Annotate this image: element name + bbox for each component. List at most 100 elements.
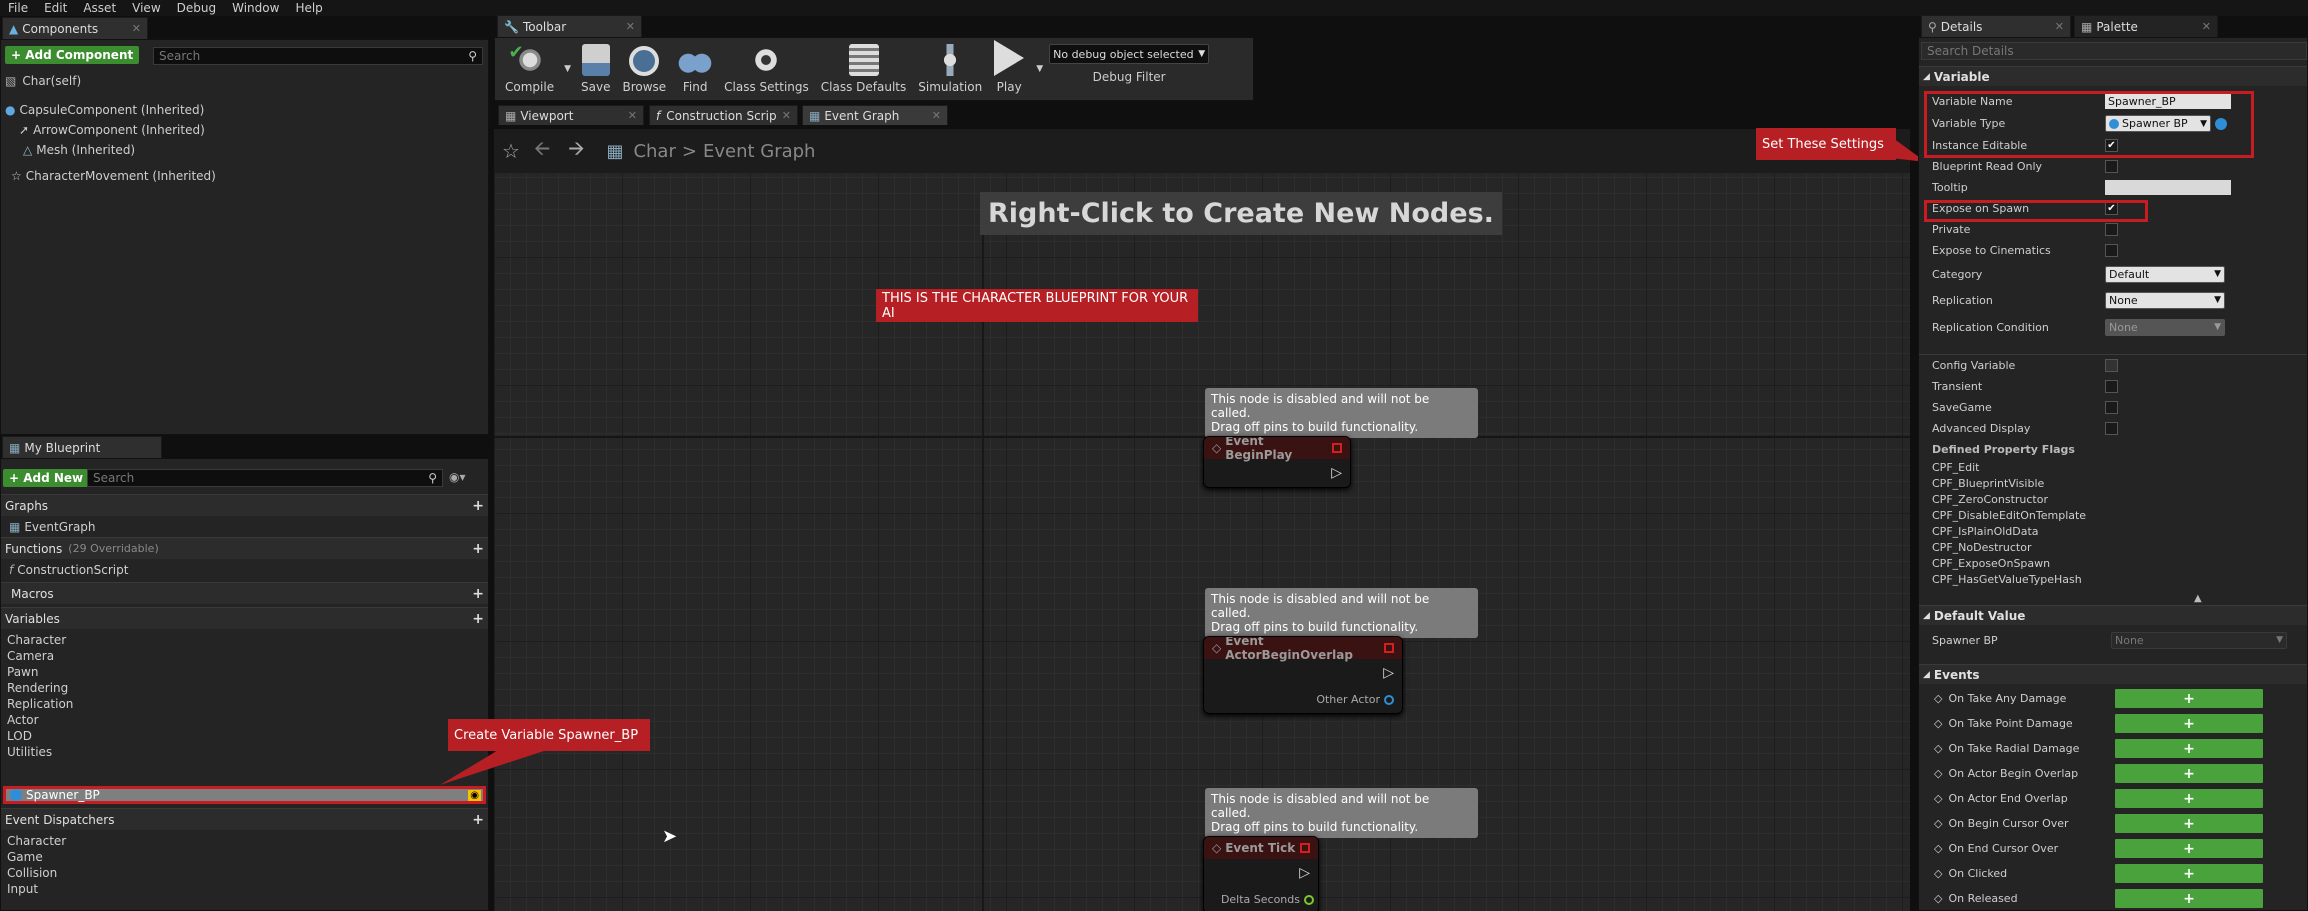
variable-type-select[interactable]: Spawner BP ▼	[2105, 115, 2211, 132]
close-icon[interactable]: ✕	[626, 20, 635, 33]
component-item[interactable]: ● CapsuleComponent (Inherited)	[5, 102, 204, 118]
component-root[interactable]: ▧ Char(self)	[5, 73, 81, 89]
add-new-button[interactable]: + Add New	[3, 469, 90, 487]
exec-pin-icon[interactable]: ▷	[1331, 465, 1342, 481]
star-icon[interactable]: ☆	[502, 139, 520, 163]
tab-my-blueprint[interactable]: ▦ My Blueprint	[2, 436, 162, 458]
forward-arrow-icon[interactable]: 🡪	[568, 134, 584, 168]
exec-pin-icon[interactable]: ▷	[1383, 665, 1394, 681]
add-component-button[interactable]: + Add Component	[5, 46, 140, 64]
add-event-button[interactable]: +	[2115, 739, 2263, 758]
variable-category[interactable]: LOD	[7, 728, 73, 744]
functions-section[interactable]: Functions (29 Overridable) +	[1, 537, 488, 559]
delegate-pin-icon[interactable]	[1332, 443, 1342, 453]
component-item[interactable]: ➚ ArrowComponent (Inherited)	[19, 122, 205, 138]
menu-file[interactable]: File	[0, 1, 36, 15]
add-event-button[interactable]: +	[2115, 839, 2263, 858]
instance-editable-checkbox[interactable]: ✔	[2105, 139, 2118, 152]
find-button[interactable]: Find	[672, 41, 718, 97]
dispatchers-section[interactable]: Event Dispatchers +	[1, 808, 488, 830]
tab-event-graph[interactable]: ▦ Event Graph ✕	[802, 105, 948, 125]
add-graph-button[interactable]: +	[472, 498, 484, 514]
menu-edit[interactable]: Edit	[36, 1, 75, 15]
back-arrow-icon[interactable]: 🡨	[534, 134, 550, 168]
transient-checkbox[interactable]	[2105, 380, 2118, 393]
menu-asset[interactable]: Asset	[75, 1, 124, 15]
details-search-input[interactable]: Search Details	[1921, 42, 2307, 60]
tab-details[interactable]: ⚲ Details ✕	[1921, 15, 2071, 37]
class-settings-button[interactable]: Class Settings	[718, 41, 815, 97]
variable-section[interactable]: ◢ Variable	[1919, 66, 2307, 86]
play-button[interactable]: Play	[988, 40, 1030, 97]
variable-category[interactable]: Actor	[7, 712, 73, 728]
dispatcher-category[interactable]: Character	[7, 833, 66, 849]
variable-category[interactable]: Character	[7, 632, 73, 648]
config-variable-checkbox[interactable]	[2105, 359, 2118, 372]
add-event-button[interactable]: +	[2115, 689, 2263, 708]
close-icon[interactable]: ✕	[628, 109, 637, 122]
add-event-button[interactable]: +	[2115, 764, 2263, 783]
component-item[interactable]: △ Mesh (Inherited)	[23, 142, 135, 158]
simulation-button[interactable]: Simulation	[912, 41, 988, 97]
browse-button[interactable]: Browse	[616, 41, 672, 97]
event-actorbeginoverlap-node[interactable]: ◇ Event ActorBeginOverlap ▷ Other Actor	[1203, 636, 1403, 714]
other-actor-pin[interactable]: Other Actor	[1316, 693, 1394, 706]
breadcrumb-root[interactable]: Char	[633, 141, 675, 162]
expose-on-spawn-checkbox[interactable]: ✔	[2105, 202, 2118, 215]
dispatcher-category[interactable]: Input	[7, 881, 66, 897]
variable-item-selected[interactable]: Spawner_BP ◉	[3, 786, 486, 804]
compile-button[interactable]: ✔ Compile	[499, 41, 560, 97]
close-icon[interactable]: ✕	[932, 109, 941, 122]
eye-visibility-icon[interactable]: ◉	[468, 789, 481, 801]
component-item[interactable]: ☆ CharacterMovement (Inherited)	[11, 168, 216, 184]
add-function-button[interactable]: +	[472, 541, 484, 557]
collapse-advanced-icon[interactable]: ▲	[2194, 593, 2202, 604]
event-tick-node[interactable]: ◇ Event Tick ▷ Delta Seconds	[1203, 836, 1319, 911]
variable-category[interactable]: Pawn	[7, 664, 73, 680]
add-variable-button[interactable]: +	[472, 611, 484, 627]
menu-help[interactable]: Help	[287, 1, 330, 15]
macros-section[interactable]: Macros +	[1, 582, 488, 604]
blueprint-read-only-checkbox[interactable]	[2105, 160, 2118, 173]
replication-select[interactable]: None ▼	[2105, 291, 2225, 309]
tab-viewport[interactable]: ▦ Viewport ✕	[498, 105, 644, 125]
private-checkbox[interactable]	[2105, 223, 2118, 236]
debug-object-select[interactable]: No debug object selected ▼	[1049, 44, 1210, 64]
tab-palette[interactable]: ▦ Palette ✕	[2074, 15, 2218, 37]
delegate-pin-icon[interactable]	[1300, 843, 1310, 853]
components-search-input[interactable]: Search ⚲	[153, 47, 483, 65]
dispatcher-category[interactable]: Game	[7, 849, 66, 865]
graph-item[interactable]: ▦ EventGraph	[9, 519, 96, 535]
exec-pin-icon[interactable]: ▷	[1299, 865, 1310, 881]
close-icon[interactable]: ✕	[132, 22, 141, 35]
category-select[interactable]: Default ▼	[2105, 265, 2225, 283]
menu-view[interactable]: View	[124, 1, 168, 15]
add-event-button[interactable]: +	[2115, 714, 2263, 733]
variables-section[interactable]: Variables +	[1, 607, 488, 629]
tooltip-input[interactable]	[2105, 180, 2231, 195]
event-graph-canvas[interactable]: ☆ 🡨 🡪 ▦ Char > Event Graph Right-Click t…	[494, 129, 1910, 911]
function-item[interactable]: f ConstructionScript	[9, 562, 128, 578]
blueprint-search-input[interactable]: Search ⚲	[87, 469, 443, 487]
close-icon[interactable]: ✕	[2202, 20, 2211, 33]
add-event-button[interactable]: +	[2115, 889, 2263, 908]
add-macro-button[interactable]: +	[472, 586, 484, 602]
events-section[interactable]: ◢ Events	[1919, 664, 2307, 684]
add-event-button[interactable]: +	[2115, 814, 2263, 833]
default-value-select[interactable]: None ▼	[2111, 631, 2287, 649]
close-icon[interactable]: ✕	[782, 109, 791, 122]
variable-category[interactable]: Utilities	[7, 744, 73, 760]
savegame-checkbox[interactable]	[2105, 401, 2118, 414]
eye-icon[interactable]: ◉▾	[449, 470, 466, 484]
event-beginplay-node[interactable]: ◇ Event BeginPlay ▷	[1203, 436, 1351, 488]
replication-condition-select[interactable]: None ▼	[2105, 318, 2225, 336]
variable-category[interactable]: Camera	[7, 648, 73, 664]
tab-toolbar[interactable]: 🔧 Toolbar ✕	[497, 15, 642, 37]
add-event-button[interactable]: +	[2115, 789, 2263, 808]
delegate-pin-icon[interactable]	[1384, 643, 1394, 653]
delta-seconds-pin[interactable]: Delta Seconds	[1221, 893, 1314, 906]
class-defaults-button[interactable]: Class Defaults	[815, 41, 912, 97]
default-value-section[interactable]: ◢ Default Value	[1919, 605, 2307, 625]
expose-to-cinematics-checkbox[interactable]	[2105, 244, 2118, 257]
add-event-button[interactable]: +	[2115, 864, 2263, 883]
